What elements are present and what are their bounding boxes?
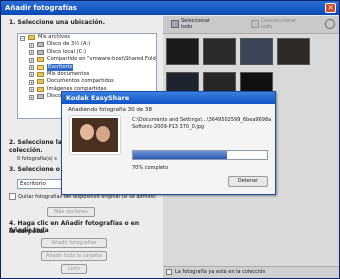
tree-item[interactable]: + Disco de 3½ (A:) — [18, 41, 156, 48]
status-text: La fotografía ya está en la colección — [175, 269, 266, 275]
expand-icon[interactable]: + — [29, 72, 34, 78]
expand-icon[interactable]: + — [29, 57, 34, 63]
folder-icon — [37, 71, 44, 77]
expand-icon[interactable]: + — [29, 79, 34, 85]
collapse-icon[interactable]: − — [20, 35, 25, 41]
tree-item-label: Disco local (C:) — [47, 48, 86, 55]
dialog-status-text: Añadiendo fotografía 30 de 38 — [68, 107, 153, 113]
status-bar: La fotografía ya está en la colección — [163, 266, 339, 278]
progress-bar — [132, 150, 268, 160]
expand-icon[interactable]: + — [29, 87, 34, 93]
add-folder-button[interactable]: Añadir toda la carpeta — [41, 251, 107, 261]
tree-item[interactable]: + Compartido en "vmware-host\Shared Folde… — [18, 56, 156, 63]
dialog-path-line2: Softonic-2009-P13 370_0.jpg — [132, 124, 205, 130]
tree-item-label: Mis documentos — [47, 70, 90, 77]
photo-thumbnail[interactable] — [240, 38, 273, 65]
expand-icon[interactable]: + — [29, 50, 34, 56]
step4-label-cont: la carpeta. — [9, 228, 46, 235]
current-photo-preview — [70, 116, 120, 154]
drive-icon — [37, 94, 44, 100]
progress-bar-fill — [133, 151, 227, 159]
tree-item-label: Documentos compartidos — [47, 78, 114, 85]
expand-icon[interactable]: + — [29, 65, 34, 71]
tree-item-label: Escritorio — [47, 63, 74, 71]
progress-percent-text: 70% completo — [132, 165, 169, 171]
dialog-title: Kodak EasyShare — [62, 92, 275, 104]
add-photos-button[interactable]: Añadir fotografías — [41, 238, 107, 248]
close-icon[interactable]: ✕ — [325, 3, 336, 13]
folder-icon — [28, 35, 35, 40]
tree-item-label: Compartido en "vmware-host\Shared Folder… — [47, 56, 157, 63]
photo-count-text: 0 fotografía(s) s — [17, 156, 57, 162]
network-icon — [37, 57, 44, 63]
dialog-path-line1: C:\Documents and Settings\...\3649502599… — [132, 117, 272, 123]
photo-thumbnail[interactable] — [277, 38, 310, 65]
progress-dialog: Kodak EasyShare Añadiendo fotografía 30 … — [61, 91, 276, 195]
folder-icon — [37, 79, 44, 85]
folder-icon — [37, 64, 44, 70]
step1-label: 1. Seleccione una ubicación. — [9, 19, 105, 26]
tree-item[interactable]: + Escritorio — [18, 63, 156, 71]
preview-toolbar: Seleccionar todo Deseleccionar todo — [163, 16, 339, 34]
step2-label-cont: colección. — [9, 147, 43, 154]
expand-icon[interactable]: + — [29, 42, 34, 48]
select-all-button[interactable]: Seleccionar todo — [181, 18, 210, 30]
drive-icon — [37, 42, 44, 48]
drive-icon — [37, 49, 44, 55]
remove-photos-checkbox[interactable] — [9, 193, 16, 200]
expand-icon[interactable]: + — [29, 94, 34, 100]
folder-icon — [37, 86, 44, 92]
window-title: Añadir fotografías — [5, 4, 77, 12]
select-all-icon[interactable] — [171, 20, 179, 28]
more-options-button[interactable]: Más opciones — [47, 207, 95, 217]
deselect-all-icon[interactable] — [251, 20, 259, 28]
window-titlebar: Añadir fotografías ✕ — [1, 1, 339, 15]
photo-thumbnail[interactable] — [166, 38, 199, 65]
tree-item-label: Disco de 3½ (A:) — [47, 41, 91, 48]
done-button[interactable]: Listo — [61, 264, 87, 274]
tree-item[interactable]: + Documentos compartidos — [18, 78, 156, 85]
stop-button[interactable]: Detener — [228, 176, 268, 187]
deselect-all-button[interactable]: Deseleccionar todo — [261, 18, 296, 30]
status-icon — [166, 269, 172, 275]
settings-icon[interactable] — [325, 19, 335, 29]
photo-thumbnail[interactable] — [203, 38, 236, 65]
tree-item[interactable]: + Disco local (C:) — [18, 49, 156, 56]
add-photos-window: Añadir fotografías ✕ 1. Seleccione una u… — [0, 0, 340, 279]
tree-item[interactable]: + Mis documentos — [18, 71, 156, 78]
